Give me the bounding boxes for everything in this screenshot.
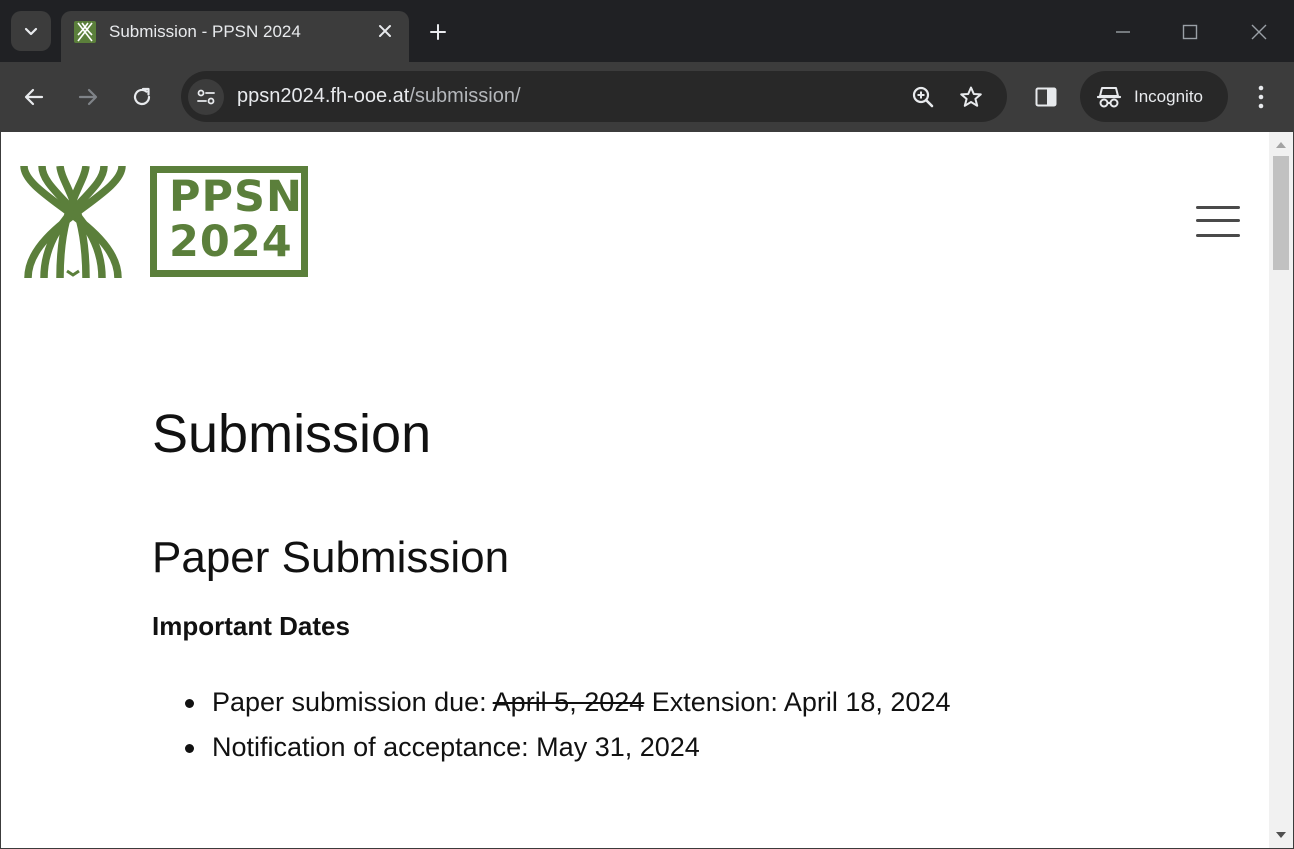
- site-logo-link[interactable]: PPSN 2024: [20, 166, 310, 278]
- date-label: Paper submission due:: [212, 687, 493, 717]
- minimize-icon: [1116, 31, 1130, 33]
- struck-old-date: April 5, 2024: [492, 687, 645, 717]
- extension-date: Extension: April 18, 2024: [644, 687, 951, 717]
- page-viewport: PPSN 2024 Submission Paper Submission Im…: [1, 132, 1293, 848]
- ppsn-favicon: [74, 21, 96, 43]
- url-path: /submission/: [409, 85, 521, 107]
- important-dates-heading: Important Dates: [152, 611, 350, 641]
- incognito-button[interactable]: Incognito: [1080, 71, 1228, 122]
- page-title: Submission: [152, 404, 432, 464]
- incognito-icon: [1096, 87, 1122, 108]
- ppsn-x-logo-icon: [20, 166, 126, 278]
- scroll-down-arrow-icon[interactable]: [1275, 830, 1287, 840]
- site-info-button[interactable]: [188, 79, 224, 115]
- address-bar[interactable]: ppsn2024.fh-ooe.at/submission/: [181, 71, 1007, 122]
- chevron-down-icon: [24, 27, 38, 36]
- url-host: ppsn2024.fh-ooe.at: [237, 85, 410, 107]
- logo-text: PPSN 2024: [169, 175, 303, 265]
- back-button[interactable]: [14, 77, 54, 117]
- bookmark-button[interactable]: [957, 83, 985, 111]
- active-tab[interactable]: Submission - PPSN 2024: [61, 11, 409, 62]
- tab-title: Submission - PPSN 2024: [109, 22, 301, 41]
- scroll-thumb[interactable]: [1273, 156, 1289, 270]
- list-item: Notification of acceptance: May 31, 2024: [152, 725, 950, 770]
- more-vert-icon: [1258, 85, 1264, 109]
- side-panel-icon: [1035, 87, 1057, 107]
- section-title: Paper Submission: [152, 533, 510, 582]
- maximize-icon: [1182, 24, 1198, 40]
- hamburger-menu-button[interactable]: [1194, 203, 1242, 239]
- new-tab-button[interactable]: [424, 18, 452, 46]
- forward-button[interactable]: [68, 77, 108, 117]
- close-icon: [1251, 24, 1267, 40]
- hamburger-line: [1196, 219, 1240, 222]
- hamburger-line: [1196, 234, 1240, 237]
- browser-toolbar: ppsn2024.fh-ooe.at/submission/ Incognito: [0, 62, 1294, 132]
- logo-line-2: 2024: [169, 217, 293, 267]
- zoom-button[interactable]: [909, 83, 937, 111]
- tune-icon: [197, 89, 215, 105]
- tab-search-button[interactable]: [11, 11, 51, 51]
- reload-button[interactable]: [122, 77, 162, 117]
- reload-icon: [133, 87, 151, 106]
- dates-list: Paper submission due: April 5, 2024 Exte…: [152, 680, 950, 770]
- logo-line-1: PPSN: [169, 172, 303, 222]
- close-window-button[interactable]: [1241, 14, 1277, 50]
- ppsn-logo-box: PPSN 2024: [150, 166, 308, 277]
- back-arrow-icon: [24, 88, 44, 106]
- date-label: Notification of acceptance: May 31, 2024: [212, 732, 700, 762]
- close-icon: [379, 25, 391, 37]
- scroll-up-arrow-icon[interactable]: [1275, 140, 1287, 150]
- zoom-in-icon: [912, 86, 934, 108]
- minimize-button[interactable]: [1105, 14, 1141, 50]
- plus-icon: [430, 24, 446, 40]
- forward-arrow-icon: [78, 88, 98, 106]
- star-icon: [960, 86, 982, 107]
- page-scrollbar[interactable]: [1269, 132, 1293, 848]
- side-panel-button[interactable]: [1030, 81, 1062, 113]
- maximize-button[interactable]: [1172, 14, 1208, 50]
- list-item: Paper submission due: April 5, 2024 Exte…: [152, 680, 950, 725]
- browser-menu-button[interactable]: [1246, 81, 1276, 113]
- url-text: ppsn2024.fh-ooe.at/submission/: [237, 85, 521, 108]
- tab-strip: Submission - PPSN 2024: [0, 0, 1294, 62]
- tab-close-button[interactable]: [373, 19, 397, 43]
- hamburger-line: [1196, 206, 1240, 209]
- incognito-label: Incognito: [1134, 87, 1203, 106]
